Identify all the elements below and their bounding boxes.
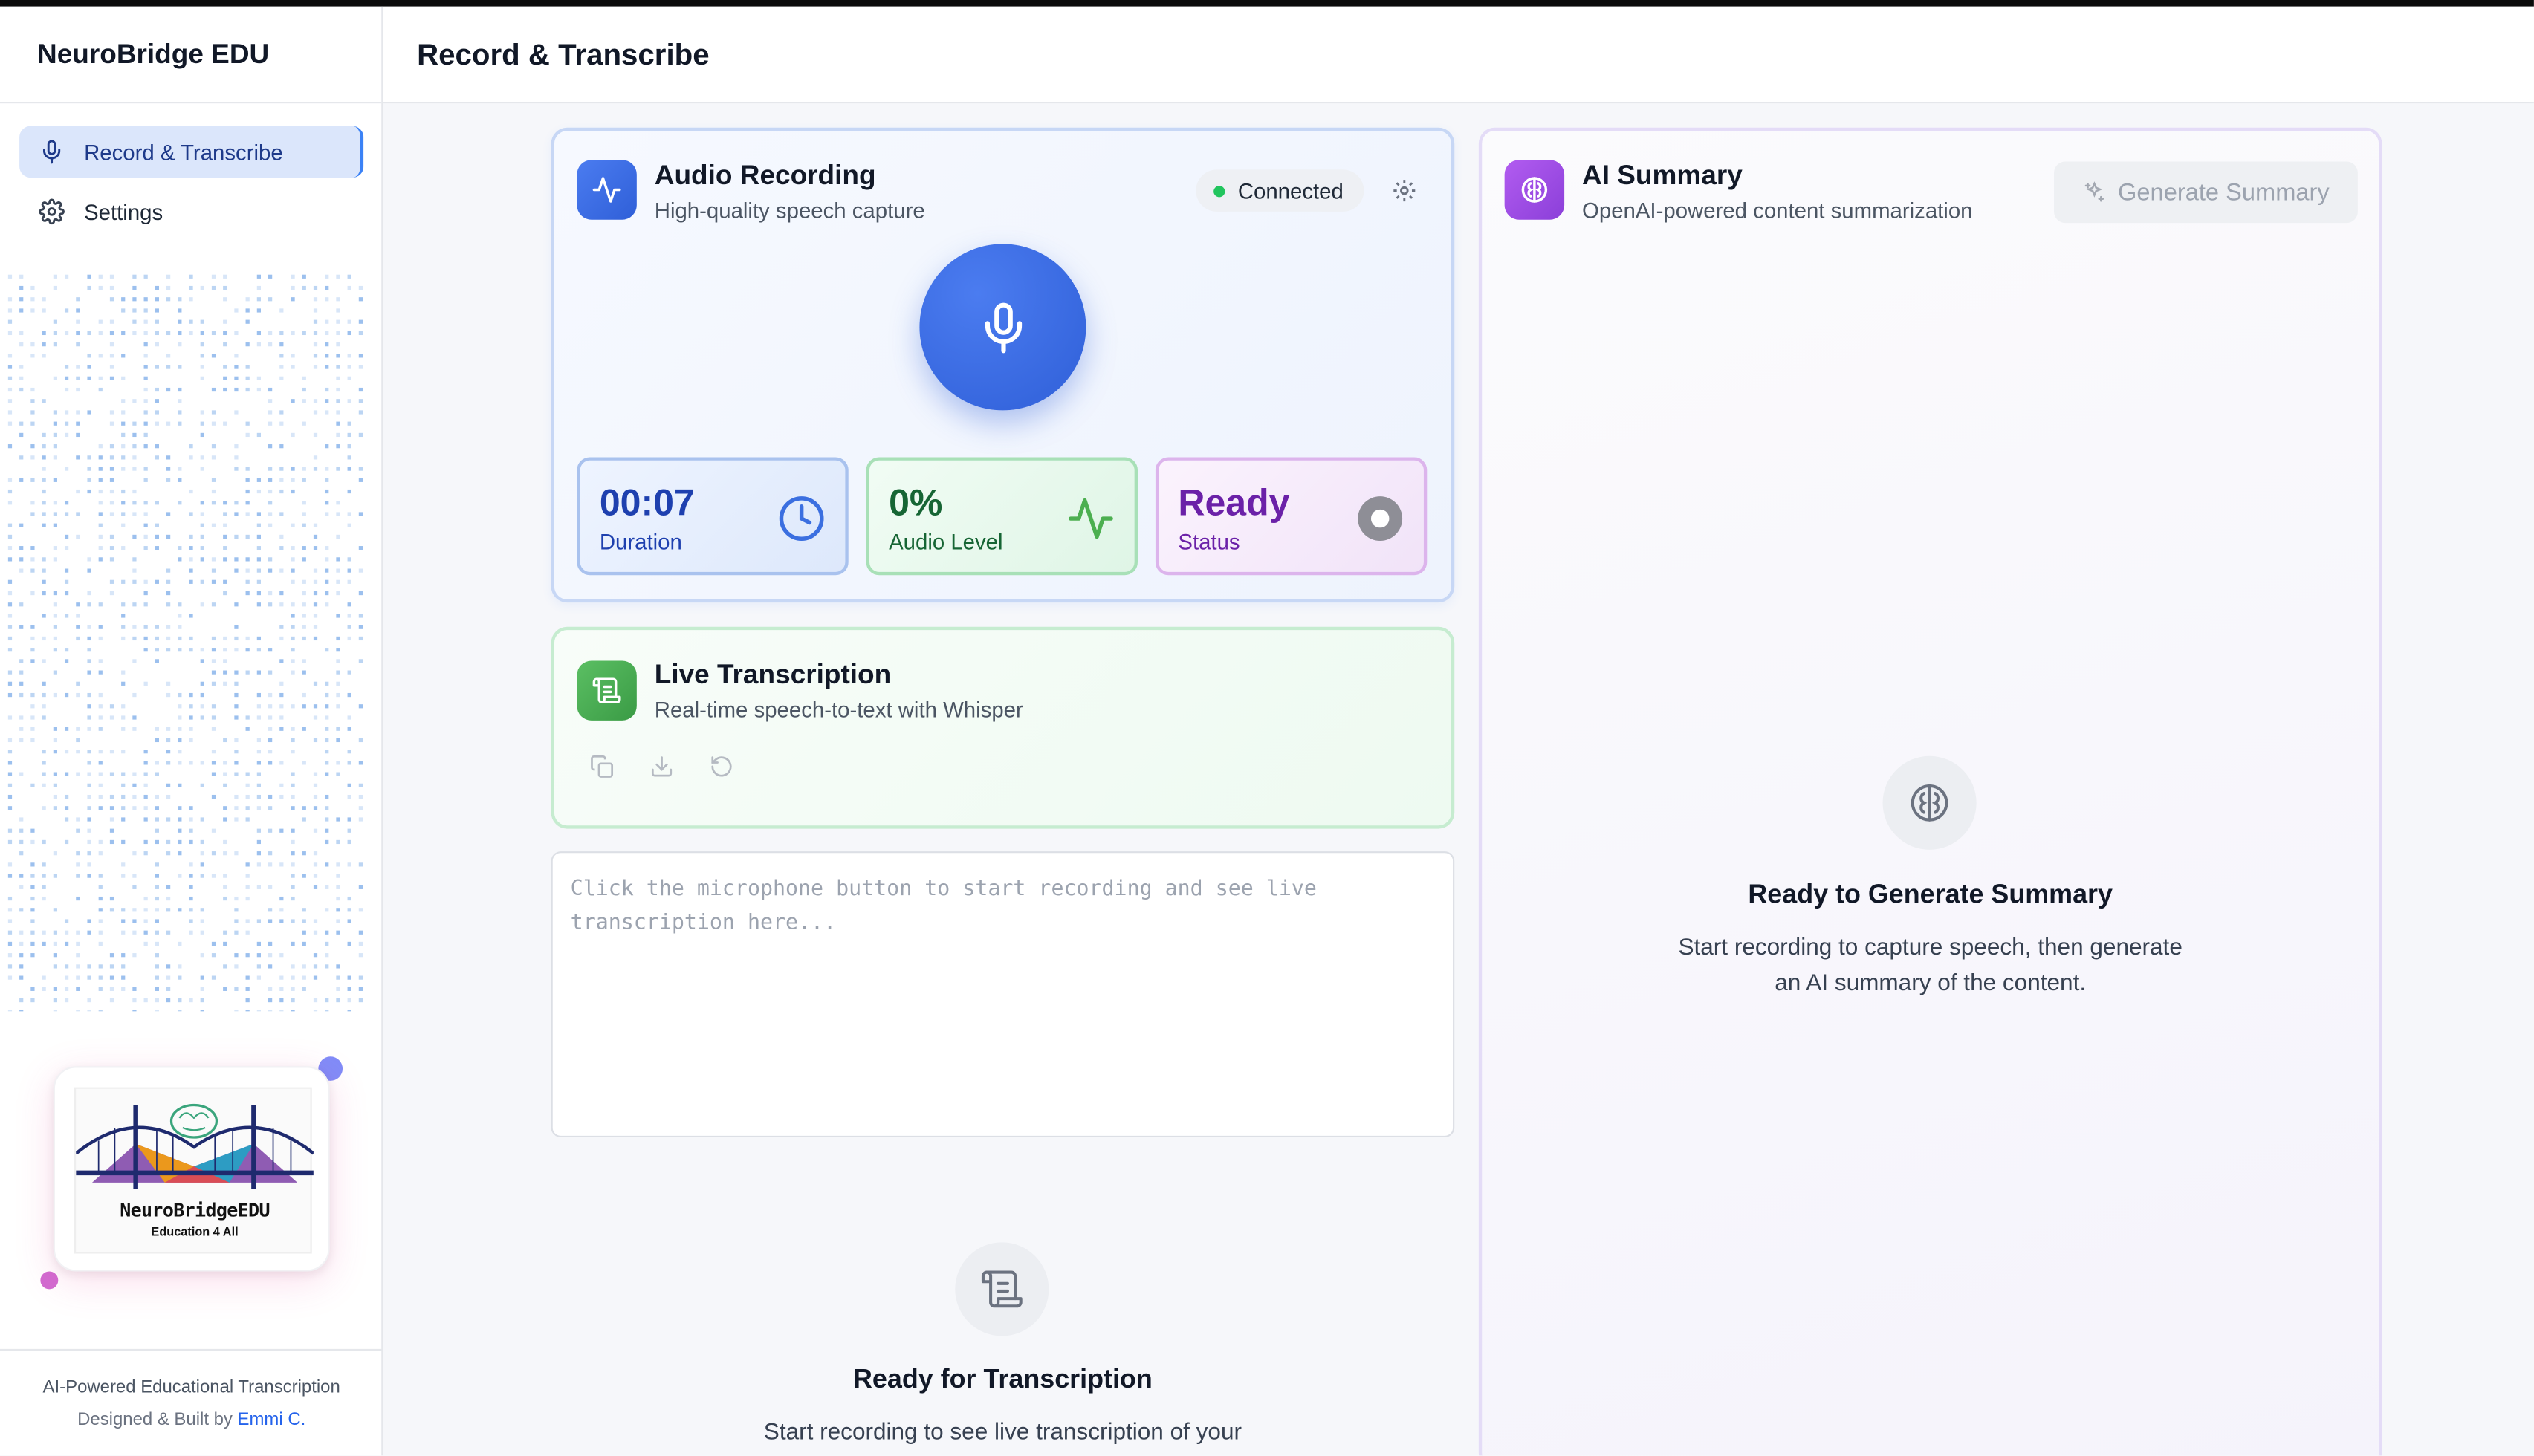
logo-image: NeuroBridgeEDU Education 4 All bbox=[74, 1087, 314, 1254]
download-icon[interactable] bbox=[649, 755, 674, 779]
ai-card-subtitle: OpenAI-powered content summarization bbox=[1582, 198, 1973, 224]
audio-card-subtitle: High-quality speech capture bbox=[654, 198, 925, 224]
clock-icon bbox=[779, 496, 824, 541]
footer-credit: Designed & Built by Emmi C. bbox=[0, 1411, 383, 1430]
sidebar-footer: AI-Powered Educational Transcription Des… bbox=[0, 1348, 383, 1456]
connection-status-badge: Connected bbox=[1196, 169, 1364, 212]
transcription-empty-icon bbox=[955, 1242, 1049, 1336]
summary-empty-description-2: an AI summary of the content. bbox=[1775, 970, 2087, 997]
sidebar-item-label: Settings bbox=[84, 199, 163, 224]
audio-level-label: Audio Level bbox=[889, 530, 1003, 554]
status-value: Ready bbox=[1178, 481, 1290, 524]
generate-summary-label: Generate Summary bbox=[2118, 178, 2330, 207]
live-card-title: Live Transcription bbox=[654, 659, 892, 690]
gear-icon bbox=[39, 198, 65, 225]
audio-level-stat: 0% Audio Level bbox=[866, 457, 1138, 576]
page-title: Record & Transcribe bbox=[383, 6, 2534, 104]
audio-level-value: 0% bbox=[889, 481, 943, 524]
duration-value: 00:07 bbox=[599, 481, 695, 524]
reset-icon[interactable] bbox=[710, 755, 734, 779]
duration-label: Duration bbox=[599, 530, 682, 554]
brand-name: NeuroBridge EDU bbox=[0, 7, 382, 104]
summary-empty-description-1: Start recording to capture speech, then … bbox=[1678, 935, 2183, 961]
ai-card-title: AI Summary bbox=[1582, 160, 1743, 191]
connection-status-label: Connected bbox=[1237, 178, 1344, 203]
footer-tagline: AI-Powered Educational Transcription bbox=[42, 1378, 340, 1398]
audio-recording-card: Audio Recording High-quality speech capt… bbox=[551, 127, 1455, 603]
activity-icon bbox=[577, 160, 637, 220]
microphone-icon bbox=[984, 302, 1022, 353]
connected-dot-icon bbox=[1213, 185, 1225, 197]
sidebar: NeuroBridge EDU Record & Transcribe Sett… bbox=[0, 6, 383, 1456]
sparkles-icon bbox=[2084, 181, 2104, 202]
summary-empty-brain-icon bbox=[1882, 755, 1977, 850]
author-link[interactable]: Emmi C. bbox=[238, 1411, 306, 1430]
record-status-icon bbox=[1358, 496, 1403, 541]
transcription-placeholder: Click the microphone button to start rec… bbox=[570, 877, 1317, 936]
app-window: NeuroBridge EDU Record & Transcribe Sett… bbox=[0, 0, 2534, 1456]
sidebar-item-label: Record & Transcribe bbox=[84, 140, 283, 164]
window-top-edge bbox=[0, 0, 2534, 7]
decorative-dot-grid bbox=[7, 274, 363, 1012]
scroll-icon bbox=[577, 660, 637, 721]
bridge-brain-logo-icon bbox=[76, 1103, 314, 1189]
summary-empty-title: Ready to Generate Summary bbox=[1748, 880, 2113, 910]
copy-icon[interactable] bbox=[590, 755, 615, 779]
ai-summary-card: AI Summary OpenAI-powered content summar… bbox=[1478, 127, 2382, 1456]
footer-credit-prefix: Designed & Built by bbox=[77, 1410, 233, 1430]
transcription-textarea[interactable]: Click the microphone button to start rec… bbox=[551, 851, 1455, 1137]
decorative-dot-pink bbox=[40, 1271, 59, 1290]
brain-icon bbox=[1504, 160, 1565, 220]
live-transcription-card: Live Transcription Real-time speech-to-t… bbox=[551, 626, 1455, 829]
live-card-subtitle: Real-time speech-to-text with Whisper bbox=[654, 698, 1023, 723]
transcription-empty-title: Ready for Transcription bbox=[853, 1365, 1153, 1394]
audio-card-title: Audio Recording bbox=[654, 160, 876, 191]
sidebar-item-settings[interactable]: Settings bbox=[19, 186, 363, 238]
logo-subtitle: Education 4 All bbox=[151, 1224, 239, 1239]
microphone-icon bbox=[42, 140, 61, 164]
record-microphone-button[interactable] bbox=[919, 244, 1086, 411]
transcription-empty-description: Start recording to see live transcriptio… bbox=[763, 1420, 1242, 1446]
audio-settings-gear-icon[interactable] bbox=[1391, 178, 1417, 204]
logo-card: NeuroBridgeEDU Education 4 All bbox=[53, 1066, 330, 1272]
duration-stat: 00:07 Duration bbox=[577, 457, 849, 576]
logo-title: NeuroBridgeEDU bbox=[120, 1198, 270, 1222]
generate-summary-button[interactable]: Generate Summary bbox=[2054, 161, 2358, 224]
status-stat: Ready Status bbox=[1155, 457, 1428, 576]
waveform-icon bbox=[1069, 498, 1113, 539]
sidebar-item-record-transcribe[interactable]: Record & Transcribe bbox=[19, 126, 364, 178]
status-label: Status bbox=[1178, 530, 1240, 554]
